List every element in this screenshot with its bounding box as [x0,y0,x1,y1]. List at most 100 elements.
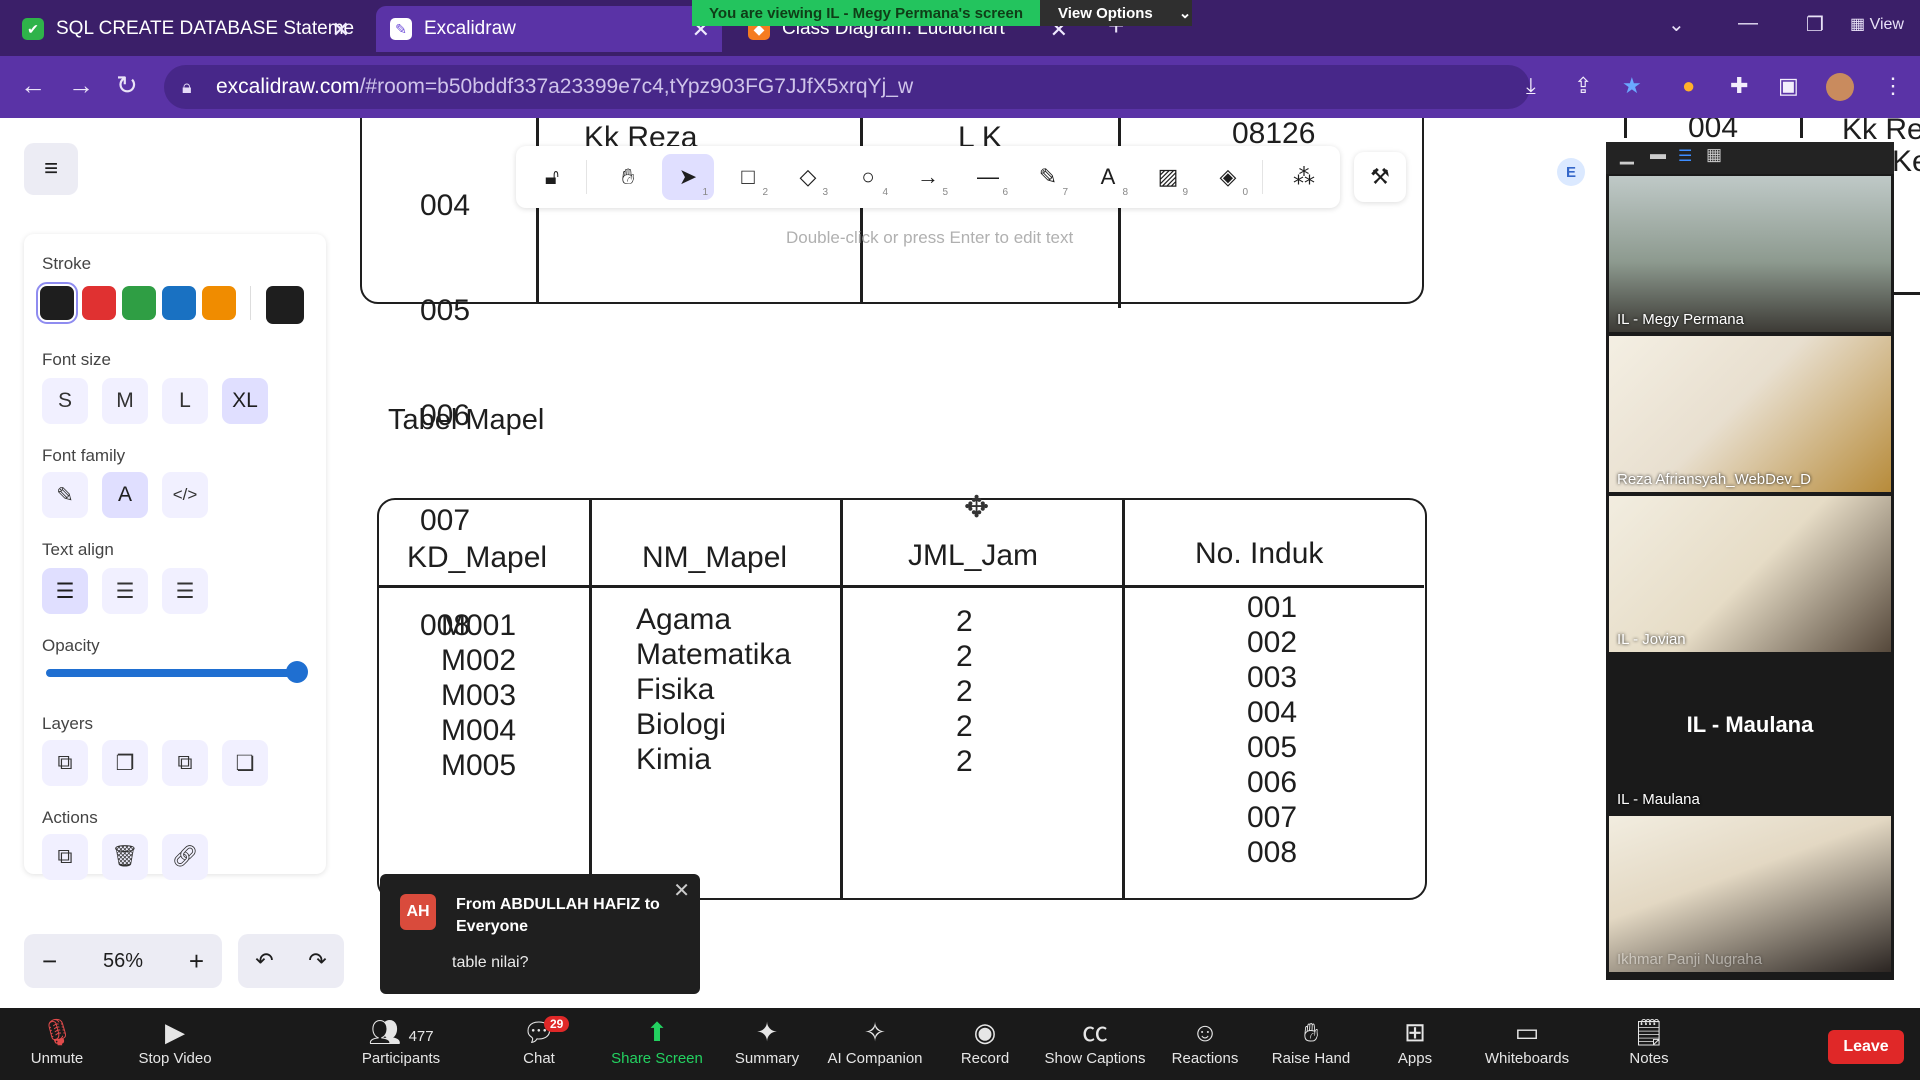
tool-selection[interactable]: ➤ 1 [662,154,714,200]
bring-to-front-button[interactable]: ❏ [222,740,268,786]
view-options-button[interactable]: View Options ⌄ [1040,0,1192,26]
align-right-icon: ☰ [175,579,195,603]
align-right-button[interactable]: ☰ [162,568,208,614]
extension-icon[interactable]: ● [1682,73,1695,99]
tool-ellipse[interactable]: ○ 4 [842,154,894,200]
notes-button[interactable]: 🗒︎ Notes [1584,1014,1714,1067]
stroke-blue[interactable] [162,286,196,320]
tab-excalidraw[interactable]: ✎ Excalidraw ✕ [376,6,722,52]
zoom-in-icon[interactable]: + [189,946,204,977]
collaborator-avatar[interactable]: E [1557,158,1585,186]
speaker-view-icon[interactable]: ☰ [1678,146,1692,166]
mapel-table-divider [589,500,592,896]
minimize-gallery-icon[interactable]: ▁ [1620,144,1634,165]
profile-avatar[interactable] [1826,73,1854,101]
reload-icon[interactable]: ↻ [116,70,138,101]
align-left-button[interactable]: ☰ [42,568,88,614]
screen-share-banner: You are viewing IL - Megy Permana's scre… [692,0,1040,26]
sidepanel-icon[interactable]: ▣ [1778,73,1799,99]
chat-bubble-icon: 💬︎ [522,1017,556,1047]
leave-button[interactable]: Leave [1828,1030,1904,1064]
send-backward-button[interactable]: ❐ [102,740,148,786]
duplicate-button[interactable]: ⧉ [42,834,88,880]
restore-icon[interactable]: ❐ [1806,12,1824,37]
forward-icon[interactable]: → [68,70,94,101]
arrow-icon: → [917,164,939,189]
font-size-l[interactable]: L [162,378,208,424]
apps-button[interactable]: ⊞ Apps [1350,1014,1480,1067]
font-size-xl[interactable]: XL [222,378,268,424]
view-button[interactable]: ▦ View [1850,14,1904,34]
tool-lock[interactable]: 🔓︎ [526,154,578,200]
chat-button[interactable]: 💬︎ Chat [474,1014,604,1067]
redo-icon[interactable]: ↷ [308,948,326,974]
tab-label: Excalidraw [424,18,516,39]
right-table-name-2: Ke [1892,145,1920,178]
delete-button[interactable]: 🗑︎ [102,834,148,880]
minimize-icon[interactable]: — [1738,12,1758,35]
whiteboards-button[interactable]: ▭ Whiteboards [1462,1014,1592,1067]
bookmark-star-icon[interactable]: ★ [1622,73,1642,99]
tool-draw[interactable]: ✎ 7 [1022,154,1074,200]
tool-hand[interactable]: ✋︎ [602,154,654,200]
current-stroke-color[interactable] [266,286,304,324]
url-text: excalidraw.com/#room=b50bddf337a23399e7c… [216,75,914,98]
stroke-red[interactable] [82,286,116,320]
video-tile[interactable]: IL - Megy Permana [1609,176,1891,332]
back-icon[interactable]: ← [20,70,46,101]
tool-line[interactable]: —6 [962,154,1014,200]
bring-forward-button[interactable]: ⧉ [162,740,208,786]
close-icon[interactable]: ✕ [673,878,690,903]
tool-rectangle[interactable]: □ 2 [722,154,774,200]
opacity-slider-knob[interactable] [286,661,308,683]
tool-image[interactable]: ▨ 9 [1142,154,1194,200]
stroke-green[interactable] [122,286,156,320]
video-tile[interactable]: Ikhmar Panji Nugraha [1609,816,1891,972]
right-table-divider [1800,118,1803,138]
puzzle-icon[interactable]: ✚ [1730,73,1748,99]
share-icon[interactable]: ⇪ [1574,73,1592,99]
tool-text[interactable]: A8 [1082,154,1134,200]
link-button[interactable]: 🔗︎ [162,834,208,880]
opacity-slider[interactable] [46,669,298,677]
video-tile[interactable]: Reza Afriansyah_WebDev_D [1609,336,1891,492]
tab-sql-create-database[interactable]: ✔ SQL CREATE DATABASE Stateme ✕ [8,6,362,52]
strip-view-icon[interactable]: ▬ [1650,146,1666,164]
undo-icon[interactable]: ↶ [255,948,273,974]
mapel-col-jml: 2 2 2 2 2 [956,605,973,778]
magic-wand-icon: ⚒︎ [1370,164,1390,189]
chat-sender-avatar: AH [400,894,436,930]
tab-search-chevron-icon[interactable]: ⌄ [1668,12,1685,37]
more-menu-icon[interactable]: ⋮ [1882,73,1904,99]
chat-notification[interactable]: AH From ABDULLAH HAFIZ to Everyone table… [380,874,700,994]
mapel-header-induk: No. Induk [1195,537,1324,570]
video-tile[interactable]: IL - Maulana IL - Maulana [1609,656,1891,812]
tool-arrow[interactable]: → 5 [902,154,954,200]
tool-eraser[interactable]: ◈ 0 [1202,154,1254,200]
gallery-grid-icon[interactable]: ▦ [1706,145,1722,165]
participants-button[interactable]: 👥︎ 477 Participants [336,1014,466,1067]
font-family-code-button[interactable]: </> [162,472,208,518]
close-tab-icon[interactable]: ✕ [332,17,350,43]
install-icon[interactable]: ⤓ [1526,73,1536,99]
stroke-orange[interactable] [202,286,236,320]
font-family-normal-button[interactable]: A [102,472,148,518]
font-size-s[interactable]: S [42,378,88,424]
send-to-back-button[interactable]: ⧉ [42,740,88,786]
zoom-level[interactable]: 56% [103,950,143,973]
font-family-handdrawn-button[interactable]: ✎ [42,472,88,518]
gallery-controls: ▁ ▬ ☰ ▦ [1606,142,1894,174]
stop-video-button[interactable]: ▶︎ Stop Video [110,1014,240,1067]
tool-diamond[interactable]: ◇ 3 [782,154,834,200]
zoom-out-icon[interactable]: − [42,946,57,977]
stroke-black[interactable] [36,282,78,324]
unmute-button[interactable]: 🎙︎ Unmute [0,1014,122,1067]
font-size-m[interactable]: M [102,378,148,424]
align-center-button[interactable]: ☰ [102,568,148,614]
main-menu-button[interactable]: ≡ [24,143,78,195]
recording-icon: ✔ [22,18,44,40]
tool-more-shapes[interactable]: ⁂ [1278,154,1330,200]
video-tile[interactable]: IL - Jovian [1609,496,1891,652]
address-bar[interactable]: 🔒︎ excalidraw.com/#room=b50bddf337a23399… [164,65,1530,109]
magic-wand-button[interactable]: ⚒︎ [1354,152,1406,202]
